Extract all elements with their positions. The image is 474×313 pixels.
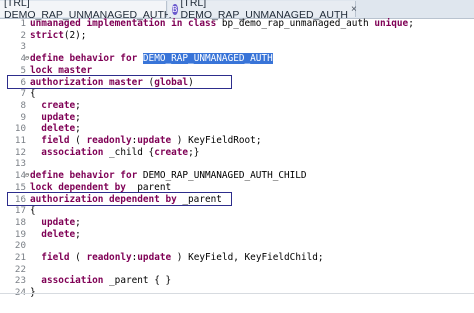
line-number: 22: [14, 263, 26, 275]
code-line: 10 delete;: [0, 123, 474, 135]
code-line: 20: [0, 240, 474, 252]
code-line: 14 ⊖ define behavior for DEMO_RAP_UNMANA…: [0, 170, 474, 182]
line-number: 20: [14, 240, 26, 252]
code-line: 21 field ( readonly:update ) KeyField, K…: [0, 252, 474, 264]
code-text: update;: [41, 216, 81, 228]
code-line: 13: [0, 158, 474, 170]
code-line: 22: [0, 264, 474, 276]
code-text: update;: [41, 111, 81, 123]
code-line: 8 create;: [0, 100, 474, 112]
code-text: delete;: [41, 228, 81, 240]
line-number: 3: [20, 41, 26, 53]
tab-behavior-definition-second[interactable]: B [TRL] DEMO_RAP_UNMANAGED_AUTH ×: [168, 0, 357, 21]
close-icon[interactable]: ×: [351, 4, 357, 15]
line-number: 18: [14, 216, 26, 228]
code-text: {: [30, 88, 36, 100]
line-number: 4: [20, 53, 26, 65]
line-number: 12: [14, 146, 26, 158]
code-line: 2 strict(2);: [0, 30, 474, 42]
line-number: 11: [14, 135, 26, 146]
line-number: 1: [20, 18, 26, 29]
code-line: 12 association _child {create;}: [0, 147, 474, 159]
line-number: 17: [14, 205, 26, 217]
code-text: strict(2);: [30, 29, 87, 41]
code-line: 9 update;: [0, 112, 474, 124]
line-number: 14: [14, 170, 26, 182]
code-editor[interactable]: 1 unmanaged implementation in class bp_d…: [0, 18, 474, 298]
tab-behavior-definition-active[interactable]: [TRL] DEMO_RAP_UNMANAGED_AUTH ×: [0, 0, 180, 21]
divider: [0, 293, 474, 294]
line-number: 8: [20, 99, 26, 111]
behavior-definition-icon: B: [172, 3, 178, 15]
code-text: field ( readonly:update ) KeyFieldRoot;: [41, 135, 262, 146]
highlight-box-authorization-master: [7, 74, 232, 89]
code-text: association _parent { }: [41, 275, 172, 287]
code-line: 7 {: [0, 88, 474, 100]
code-line: 23 association _parent { }: [0, 275, 474, 287]
line-number: 7: [20, 88, 26, 100]
line-number: 2: [20, 29, 26, 41]
code-line: 3: [0, 41, 474, 53]
highlight-box-authorization-dependent: [7, 191, 232, 206]
code-line: 4 ⊖ define behavior for DEMO_RAP_UNMANAG…: [0, 53, 474, 65]
code-text: define behavior for DEMO_RAP_UNMANAGED_A…: [30, 170, 307, 182]
code-text: create;: [41, 99, 81, 111]
code-text: unmanaged implementation in class bp_dem…: [30, 18, 414, 29]
code-line: 18 update;: [0, 217, 474, 229]
code-line: 1 unmanaged implementation in class bp_d…: [0, 18, 474, 30]
code-line: 17 {: [0, 205, 474, 217]
line-number: 21: [14, 252, 26, 263]
line-number: 19: [14, 228, 26, 240]
code-line: 19 delete;: [0, 229, 474, 241]
code-text: association _child {create;}: [41, 146, 200, 158]
code-text: define behavior for DEMO_RAP_UNMANAGED_A…: [30, 53, 273, 65]
line-number: 9: [20, 111, 26, 123]
code-text: {: [30, 205, 36, 217]
code-text: field ( readonly:update ) KeyField, KeyF…: [41, 252, 324, 263]
line-number: 13: [14, 158, 26, 170]
line-number: 23: [14, 275, 26, 287]
line-number: 10: [14, 123, 26, 135]
editor-tab-bar: [TRL] DEMO_RAP_UNMANAGED_AUTH × B [TRL] …: [0, 0, 474, 21]
code-line: 11 field ( readonly:update ) KeyFieldRoo…: [0, 135, 474, 147]
code-text: delete;: [41, 123, 81, 135]
